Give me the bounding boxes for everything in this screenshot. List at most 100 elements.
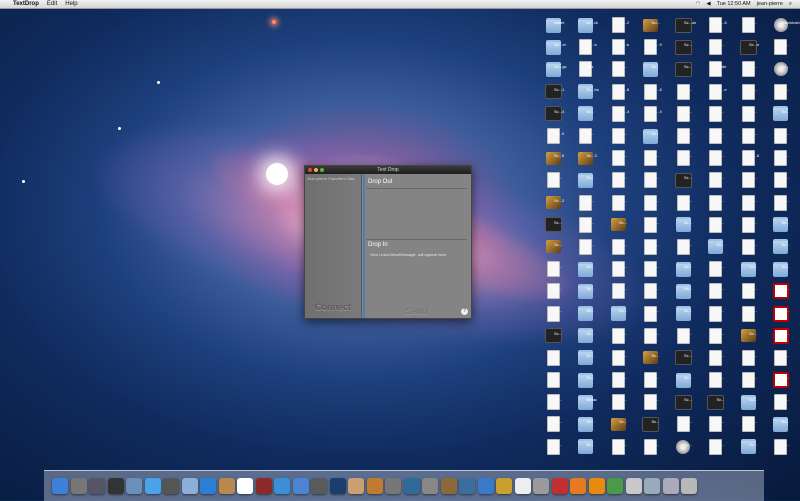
- photoshop-icon[interactable]: [329, 478, 346, 494]
- desktop-icon[interactable]: Sc...: [537, 280, 570, 302]
- dashboard-icon[interactable]: [107, 478, 124, 494]
- desktop-icon[interactable]: Sc...: [732, 369, 765, 391]
- desktop-icon[interactable]: Sc...: [635, 58, 668, 80]
- iphoto-icon[interactable]: [348, 478, 364, 494]
- desktop-icon[interactable]: Sc...: [667, 280, 700, 302]
- desktop-icon[interactable]: Sc...: [765, 36, 798, 58]
- desktop-icon[interactable]: filefac: [570, 391, 603, 413]
- desktop-icon[interactable]: Sc...: [700, 125, 733, 147]
- desktop-icon[interactable]: Sc...: [732, 436, 765, 458]
- desktop-icon[interactable]: Sc...: [602, 413, 635, 435]
- desktop-icon[interactable]: Sc...b: [570, 36, 603, 58]
- desktop-icon[interactable]: Sc...6: [537, 147, 570, 169]
- desktop-icon[interactable]: Sc...: [765, 258, 798, 280]
- desktop-icon[interactable]: Sc...: [602, 169, 635, 191]
- desktop-icon[interactable]: Sc...: [700, 36, 733, 58]
- desktop-icon[interactable]: Sc...: [765, 325, 798, 347]
- trash-icon[interactable]: [681, 478, 697, 494]
- desktop-icon[interactable]: Sc...: [570, 280, 603, 302]
- keychain-icon[interactable]: [496, 478, 512, 494]
- mail-icon[interactable]: [181, 478, 198, 494]
- address-book-icon[interactable]: [218, 478, 235, 494]
- desktop-icon[interactable]: Sc...: [537, 413, 570, 435]
- desktop-icon[interactable]: Su...gs: [537, 58, 570, 80]
- desktop-icon[interactable]: Sc...: [765, 347, 798, 369]
- desktop-icon[interactable]: Sc...: [570, 192, 603, 214]
- desktop-icon[interactable]: Sc...: [635, 436, 668, 458]
- menu-help[interactable]: Help: [65, 1, 77, 7]
- desktop-icon[interactable]: Sc...: [602, 436, 635, 458]
- desktop-icon[interactable]: Sc...: [635, 125, 668, 147]
- desktop-icon[interactable]: Ca...: [667, 125, 700, 147]
- desktop-icon[interactable]: Macintosh: [765, 14, 800, 36]
- desktop-icon[interactable]: Sc...2: [537, 192, 570, 214]
- desktop-icon[interactable]: Sc...: [602, 58, 635, 80]
- desktop-icon[interactable]: Sc...: [635, 413, 668, 435]
- desktop-icon[interactable]: Sc...: [602, 214, 635, 236]
- desktop-icon[interactable]: Sc...: [700, 347, 733, 369]
- desktop-icon[interactable]: Sc...: [732, 81, 765, 103]
- desktop-icon[interactable]: Sc...: [570, 325, 603, 347]
- xcode-icon[interactable]: [459, 478, 475, 494]
- desktop-icon[interactable]: Sc...: [667, 214, 700, 236]
- desktop-icon[interactable]: Sc...: [732, 214, 765, 236]
- desktop-icon[interactable]: Sc...: [700, 214, 733, 236]
- desktop-icon[interactable]: Ne...er: [537, 36, 570, 58]
- desktop-icon[interactable]: Sc...: [765, 103, 798, 125]
- desktop-icon[interactable]: Sc...: [667, 192, 700, 214]
- activity-icon[interactable]: [607, 478, 623, 494]
- desktop-icon[interactable]: Sc...: [667, 391, 700, 413]
- desktop-icon[interactable]: Sc...8: [635, 81, 668, 103]
- desktop-icon[interactable]: Sc...: [732, 391, 765, 413]
- desktop-icon[interactable]: Sc...: [635, 280, 668, 302]
- desktop-icon[interactable]: Sc...: [635, 258, 668, 280]
- desktop-icon[interactable]: Sc...: [602, 236, 635, 258]
- desktop-icon[interactable]: Sc...: [765, 391, 798, 413]
- mission-control-icon[interactable]: [89, 478, 105, 494]
- desktop-icon[interactable]: Sc...: [635, 391, 668, 413]
- desktop-icon[interactable]: Sc...4: [635, 103, 668, 125]
- desktop-icon[interactable]: Sc...1: [537, 81, 570, 103]
- desktop-icon[interactable]: Sc...: [635, 347, 668, 369]
- ichat-icon[interactable]: [144, 478, 161, 494]
- desktop-icon[interactable]: Sc...: [570, 125, 603, 147]
- desktop-icon[interactable]: Sc...: [765, 58, 798, 80]
- itunes-icon[interactable]: [292, 478, 309, 494]
- app-store-icon[interactable]: [200, 478, 216, 494]
- desktop-icon[interactable]: Sc...: [537, 325, 570, 347]
- desktop-icon[interactable]: Sc...: [765, 147, 798, 169]
- desktop-icon[interactable]: Sc...4: [602, 103, 635, 125]
- desktop-icon[interactable]: Sc...: [765, 302, 798, 324]
- desktop-icon[interactable]: Sc...: [570, 347, 603, 369]
- desktop-icon[interactable]: Sc...: [732, 347, 765, 369]
- desktop-icon[interactable]: Sc...: [700, 391, 733, 413]
- window-titlebar[interactable]: Text Drop: [305, 166, 471, 174]
- desktop-icon[interactable]: Sc...: [635, 236, 668, 258]
- desktop-icon[interactable]: Sc...: [602, 258, 635, 280]
- desktop-icon[interactable]: Sc...: [700, 147, 733, 169]
- desktop-icon[interactable]: Sc...4: [537, 103, 570, 125]
- desktop-icon[interactable]: Sc...: [602, 125, 635, 147]
- desktop-icon[interactable]: Sc...: [732, 258, 765, 280]
- desktop-icon[interactable]: Sc...: [537, 391, 570, 413]
- connect-button[interactable]: Connect: [305, 302, 361, 312]
- desktop-icon[interactable]: Sc...: [667, 347, 700, 369]
- desktop-icon[interactable]: Sc...: [667, 436, 700, 458]
- desktop-icon[interactable]: Sc...: [700, 236, 733, 258]
- desktop-icon[interactable]: Sc...: [602, 302, 635, 324]
- desktop-icon[interactable]: Sc...: [570, 302, 603, 324]
- send-button[interactable]: Send: [362, 306, 471, 316]
- desktop-icon[interactable]: Sc...: [667, 413, 700, 435]
- firefox-icon[interactable]: [570, 478, 586, 494]
- imovie-icon[interactable]: [311, 478, 327, 494]
- desktop-icon[interactable]: Sc...: [602, 391, 635, 413]
- desktop-icon[interactable]: Sc...e: [732, 36, 765, 58]
- desktop-icon[interactable]: Sc...: [667, 236, 700, 258]
- desktop-icon[interactable]: Sc...: [700, 258, 733, 280]
- launchpad-icon[interactable]: [70, 478, 87, 494]
- network-utility-icon[interactable]: [477, 478, 494, 494]
- desktop-icon[interactable]: Sc...ok: [667, 14, 700, 36]
- desktop-icon[interactable]: Sc...: [765, 369, 798, 391]
- desktop-icon[interactable]: co...ck: [570, 14, 603, 36]
- desktop-icon[interactable]: Sc...: [667, 58, 700, 80]
